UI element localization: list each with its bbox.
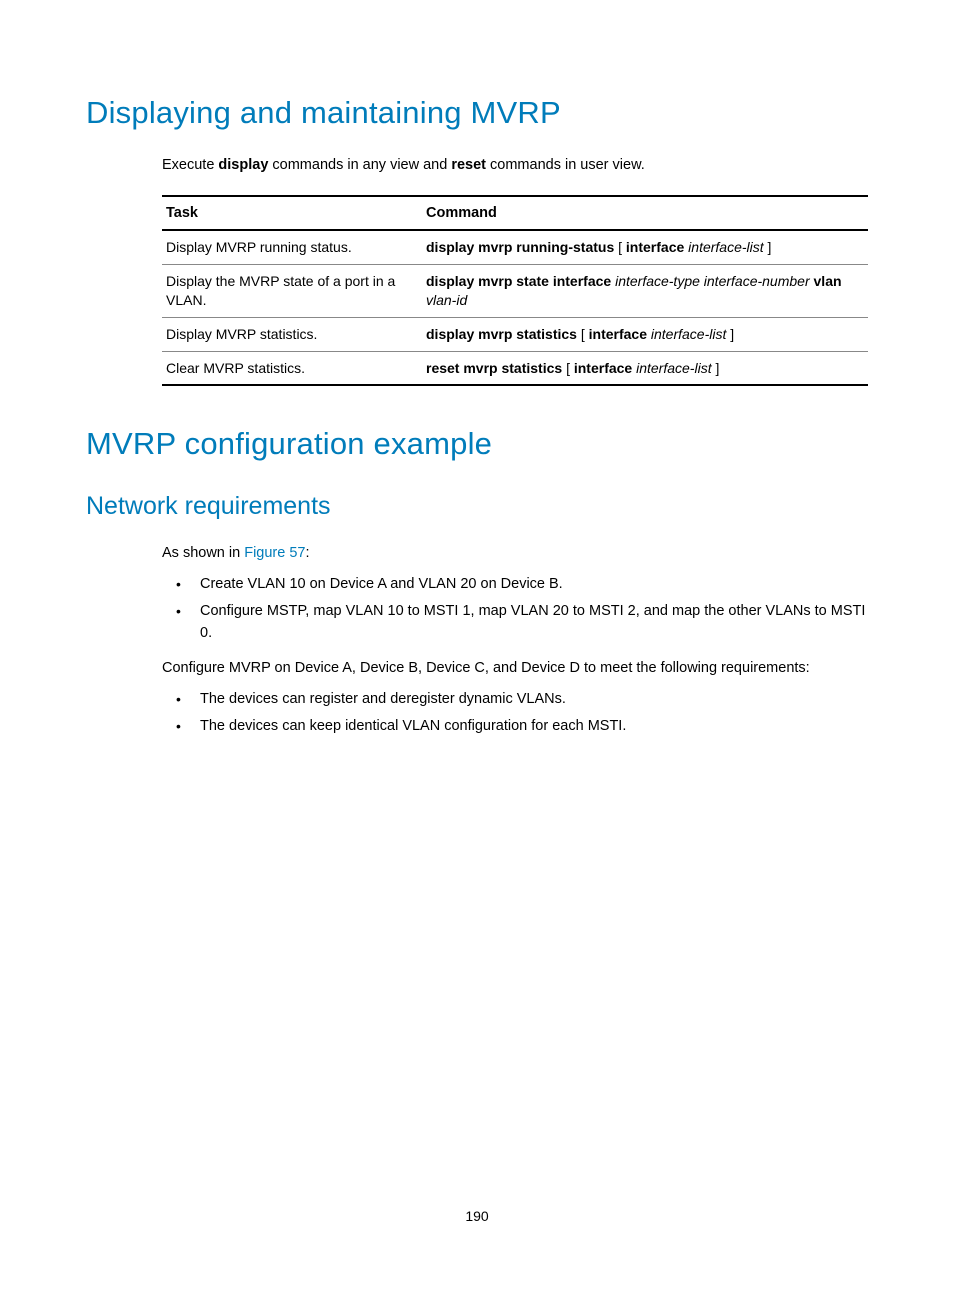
cmd-bold: display mvrp statistics xyxy=(426,326,577,342)
cmd-bold: interface xyxy=(626,239,684,255)
bullet-list: Create VLAN 10 on Device A and VLAN 20 o… xyxy=(162,574,868,643)
cmd-bold: interface xyxy=(574,360,632,376)
table-row: Display MVRP running status. display mvr… xyxy=(162,230,868,264)
cmd-bold: interface xyxy=(589,326,647,342)
list-item: The devices can register and deregister … xyxy=(162,689,868,710)
list-item: Configure MSTP, map VLAN 10 to MSTI 1, m… xyxy=(162,601,868,643)
text: commands in any view and xyxy=(268,157,451,173)
intro-paragraph: Execute display commands in any view and… xyxy=(162,157,868,173)
paragraph: Configure MVRP on Device A, Device B, De… xyxy=(162,658,868,679)
task-cell: Clear MVRP statistics. xyxy=(162,351,422,385)
cmd-text: [ xyxy=(577,326,589,342)
command-cell: reset mvrp statistics [ interface interf… xyxy=(422,351,868,385)
cmd-bold: display mvrp running-status xyxy=(426,239,614,255)
cmd-text: ] xyxy=(764,239,772,255)
cmd-bold: vlan xyxy=(814,273,842,289)
cmd-bold: display mvrp state interface xyxy=(426,273,611,289)
command-cell: display mvrp running-status [ interface … xyxy=(422,230,868,264)
bullet-list: The devices can register and deregister … xyxy=(162,689,868,737)
text: : xyxy=(305,545,309,561)
cmd-italic: interface-list xyxy=(651,326,726,342)
paragraph: As shown in Figure 57: xyxy=(162,543,868,564)
task-cell: Display MVRP statistics. xyxy=(162,317,422,351)
text-bold: display xyxy=(218,157,268,173)
cmd-text: ] xyxy=(726,326,734,342)
task-cell: Display MVRP running status. xyxy=(162,230,422,264)
heading-mvrp-config-example: MVRP configuration example xyxy=(86,426,868,462)
list-item: The devices can keep identical VLAN conf… xyxy=(162,716,868,737)
table-header-task: Task xyxy=(162,196,422,230)
task-cell: Display the MVRP state of a port in a VL… xyxy=(162,264,422,317)
cmd-text: ] xyxy=(712,360,720,376)
list-item: Create VLAN 10 on Device A and VLAN 20 o… xyxy=(162,574,868,595)
page-number: 190 xyxy=(0,1208,954,1224)
cmd-bold: reset mvrp statistics xyxy=(426,360,562,376)
command-cell: display mvrp statistics [ interface inte… xyxy=(422,317,868,351)
text: commands in user view. xyxy=(486,157,645,173)
command-cell: display mvrp state interface interface-t… xyxy=(422,264,868,317)
text-bold: reset xyxy=(451,157,486,173)
table-row: Clear MVRP statistics. reset mvrp statis… xyxy=(162,351,868,385)
text: As shown in xyxy=(162,545,244,561)
text: Execute xyxy=(162,157,218,173)
heading-displaying-maintaining-mvrp: Displaying and maintaining MVRP xyxy=(86,95,868,131)
cmd-text: [ xyxy=(562,360,574,376)
cmd-italic: interface-type interface-number xyxy=(615,273,810,289)
table-row: Display MVRP statistics. display mvrp st… xyxy=(162,317,868,351)
cmd-italic: interface-list xyxy=(636,360,711,376)
cmd-text: [ xyxy=(614,239,626,255)
cmd-italic: vlan-id xyxy=(426,292,467,308)
figure-link[interactable]: Figure 57 xyxy=(244,545,305,561)
table-header-command: Command xyxy=(422,196,868,230)
cmd-italic: interface-list xyxy=(688,239,763,255)
table-row: Display the MVRP state of a port in a VL… xyxy=(162,264,868,317)
heading-network-requirements: Network requirements xyxy=(86,492,868,521)
command-table: Task Command Display MVRP running status… xyxy=(162,195,868,386)
